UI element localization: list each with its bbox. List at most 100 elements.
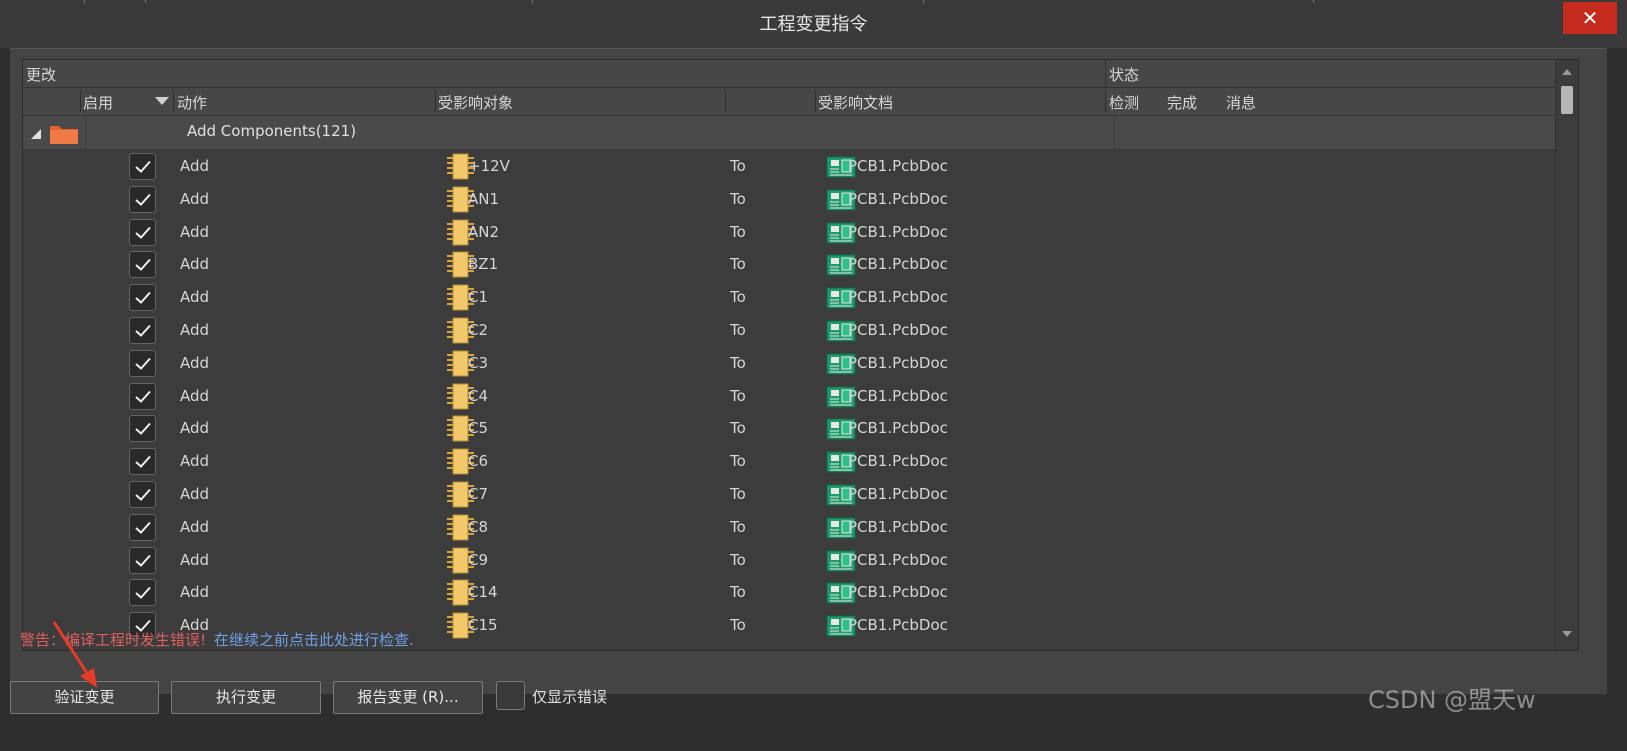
- table-row[interactable]: Add C6 To PCB1.PcbDoc: [23, 445, 1565, 478]
- row-enable-checkbox[interactable]: [129, 448, 156, 476]
- checkmark-icon: [135, 160, 151, 173]
- row-document: PCB1.PcbDoc: [848, 485, 948, 503]
- row-document: PCB1.PcbDoc: [848, 255, 948, 274]
- row-object: C1: [468, 288, 489, 307]
- row-document: PCB1.PcbDoc: [848, 189, 948, 208]
- row-action: Add: [180, 189, 210, 208]
- row-document: PCB1.PcbDoc: [848, 386, 948, 405]
- table-row[interactable]: Add C14 To PCB1.PcbDoc: [23, 576, 1565, 609]
- row-to: To: [730, 255, 746, 274]
- row-to: To: [730, 157, 746, 175]
- row-enable-checkbox[interactable]: [129, 185, 156, 213]
- row-document: PCB1.PcbDoc: [848, 222, 948, 241]
- row-enable-checkbox[interactable]: [129, 153, 156, 180]
- row-enable-checkbox[interactable]: [129, 481, 156, 508]
- execute-changes-button[interactable]: 执行变更: [171, 681, 321, 714]
- row-enable-checkbox[interactable]: [129, 579, 156, 607]
- column-affected-document[interactable]: 受影响文档: [818, 92, 893, 113]
- row-document: PCB1.PcbDoc: [848, 321, 948, 339]
- row-object: AN2: [468, 222, 500, 241]
- scroll-up-icon[interactable]: [1562, 69, 1572, 75]
- background-edge: [532, 0, 533, 3]
- sort-down-icon[interactable]: [155, 97, 169, 105]
- row-enable-checkbox[interactable]: [129, 546, 156, 574]
- row-object: C4: [468, 386, 489, 405]
- row-object: C2: [468, 321, 489, 339]
- table-row[interactable]: Add BZ1 To PCB1.PcbDoc: [23, 248, 1565, 281]
- column-divider: [815, 90, 816, 112]
- row-enable-checkbox[interactable]: [129, 349, 156, 377]
- checkmark-icon: [135, 390, 151, 403]
- row-enable-checkbox[interactable]: [129, 284, 156, 312]
- watermark: CSDN @盟天w: [1368, 686, 1536, 714]
- checkmark-icon: [135, 488, 151, 501]
- row-to: To: [730, 353, 746, 372]
- group-row[interactable]: Add Components(121): [23, 116, 1565, 150]
- table-row[interactable]: Add C9 To PCB1.PcbDoc: [23, 544, 1565, 577]
- background-edge: [1313, 0, 1314, 3]
- scroll-thumb[interactable]: [1561, 86, 1573, 114]
- row-to: To: [730, 222, 746, 241]
- table-row[interactable]: Add C3 To PCB1.PcbDoc: [23, 347, 1565, 380]
- column-done[interactable]: 完成: [1167, 92, 1197, 113]
- column-divider: [1105, 90, 1106, 112]
- row-action: Add: [180, 485, 210, 503]
- table-row[interactable]: Add +12V To PCB1.PcbDoc: [23, 150, 1565, 183]
- column-affected-object[interactable]: 受影响对象: [438, 92, 513, 113]
- column-action[interactable]: 动作: [177, 92, 207, 113]
- column-enable[interactable]: 启用: [83, 92, 113, 113]
- row-action: Add: [180, 321, 210, 339]
- table-row[interactable]: Add C2 To PCB1.PcbDoc: [23, 314, 1565, 347]
- report-changes-button[interactable]: 报告变更 (R)...: [333, 681, 483, 714]
- row-enable-checkbox[interactable]: [129, 513, 156, 541]
- only-errors-checkbox[interactable]: [496, 681, 525, 710]
- row-to: To: [730, 386, 746, 405]
- only-errors-label: 仅显示错误: [532, 688, 608, 706]
- table-row[interactable]: Add C1 To PCB1.PcbDoc: [23, 281, 1565, 314]
- header-divider: [1105, 60, 1106, 87]
- row-enable-checkbox[interactable]: [129, 251, 156, 279]
- row-to: To: [730, 321, 746, 339]
- table-row[interactable]: Add C5 To PCB1.PcbDoc: [23, 412, 1565, 445]
- vertical-scrollbar[interactable]: [1555, 60, 1578, 650]
- row-to: To: [730, 419, 746, 438]
- row-to: To: [730, 583, 746, 602]
- table-row[interactable]: Add C8 To PCB1.PcbDoc: [23, 511, 1565, 544]
- column-check[interactable]: 检测: [1109, 92, 1139, 113]
- column-message[interactable]: 消息: [1226, 92, 1256, 113]
- row-action: Add: [180, 157, 210, 175]
- row-enable-checkbox[interactable]: [129, 415, 156, 443]
- checkmark-icon: [135, 357, 151, 370]
- row-divider: [85, 116, 86, 149]
- table-row[interactable]: Add AN2 To PCB1.PcbDoc: [23, 216, 1565, 249]
- row-document: PCB1.PcbDoc: [848, 452, 948, 471]
- row-enable-checkbox[interactable]: [129, 218, 156, 246]
- row-object: C5: [468, 419, 489, 438]
- row-to: To: [730, 550, 746, 569]
- scroll-down-icon[interactable]: [1562, 631, 1572, 637]
- close-button[interactable]: ✕: [1563, 2, 1617, 34]
- row-to: To: [730, 616, 746, 635]
- row-enable-checkbox[interactable]: [129, 317, 156, 344]
- table-row[interactable]: Add AN1 To PCB1.PcbDoc: [23, 183, 1565, 216]
- row-action: Add: [180, 222, 210, 241]
- table-row[interactable]: Add C4 To PCB1.PcbDoc: [23, 380, 1565, 413]
- row-action: Add: [180, 517, 210, 536]
- checkmark-icon: [135, 226, 151, 239]
- row-divider: [1114, 116, 1115, 149]
- checkmark-icon: [135, 423, 151, 436]
- row-object: C9: [468, 550, 489, 569]
- row-document: PCB1.PcbDoc: [848, 353, 948, 372]
- row-enable-checkbox[interactable]: [129, 382, 156, 410]
- table-row[interactable]: Add C7 To PCB1.PcbDoc: [23, 478, 1565, 511]
- checkmark-icon: [135, 456, 151, 469]
- background-edge: [84, 0, 85, 3]
- dialog-body: 更改 状态 启用 动作 受影响对象 受影响文档 检测 完成 消息 Add Com…: [10, 48, 1607, 694]
- checkmark-icon: [135, 554, 151, 567]
- header-status: 状态: [1109, 66, 1140, 84]
- collapse-triangle-icon[interactable]: [31, 129, 41, 139]
- checkmark-icon: [135, 587, 151, 600]
- check-link[interactable]: 在继续之前点击此处进行检查.: [214, 631, 414, 649]
- row-object: C15: [468, 616, 498, 635]
- changes-grid: 更改 状态 启用 动作 受影响对象 受影响文档 检测 完成 消息 Add Com…: [22, 59, 1579, 651]
